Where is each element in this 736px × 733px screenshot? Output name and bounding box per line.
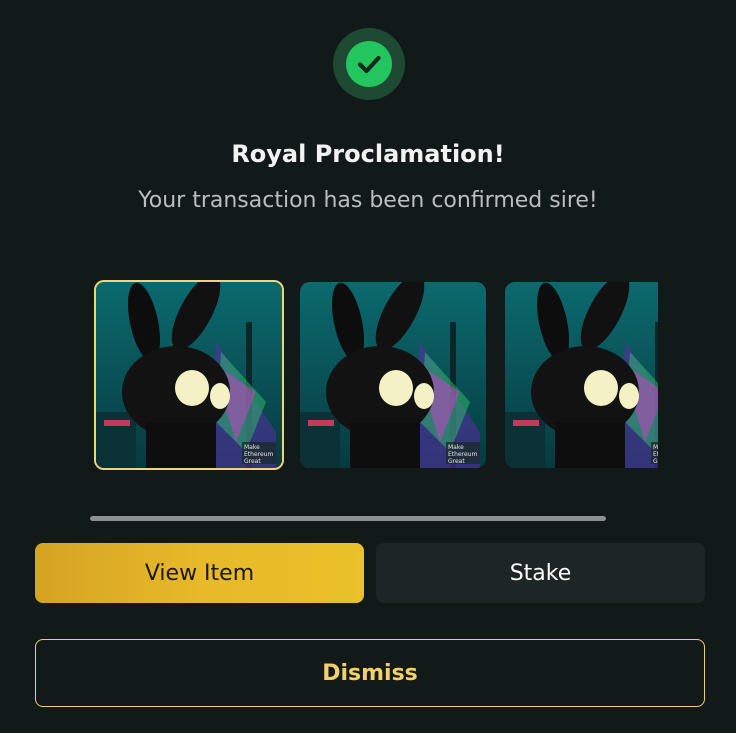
dismiss-button[interactable]: Dismiss: [35, 639, 705, 707]
carousel-scrollbar[interactable]: [90, 516, 606, 521]
svg-text:Ethereum: Ethereum: [653, 451, 658, 458]
svg-text:Make: Make: [448, 444, 464, 451]
check-icon: [346, 41, 392, 87]
view-item-button[interactable]: View Item: [35, 543, 364, 603]
modal-message: Your transaction has been confirmed sire…: [138, 188, 598, 213]
nft-card-3[interactable]: Make Ethereum Great: [505, 282, 658, 468]
svg-text:Great: Great: [244, 458, 261, 465]
rabbit-nft-image: Make Ethereum Great: [96, 282, 282, 468]
transaction-confirmation-modal: Royal Proclamation! Your transaction has…: [0, 0, 736, 733]
success-badge: [333, 28, 405, 100]
svg-text:Make: Make: [244, 444, 260, 451]
svg-text:Make: Make: [653, 444, 658, 451]
nft-carousel[interactable]: Make Ethereum Great Make Ethereum Great …: [94, 280, 658, 472]
svg-text:Great: Great: [448, 458, 465, 465]
modal-title: Royal Proclamation!: [231, 140, 505, 168]
nft-card-2[interactable]: Make Ethereum Great: [300, 282, 486, 468]
svg-text:Great: Great: [653, 458, 658, 465]
svg-text:Ethereum: Ethereum: [244, 451, 273, 458]
rabbit-nft-image: Make Ethereum Great: [505, 282, 658, 468]
nft-card-1[interactable]: Make Ethereum Great: [94, 280, 284, 470]
svg-text:Ethereum: Ethereum: [448, 451, 477, 458]
rabbit-nft-image: Make Ethereum Great: [300, 282, 486, 468]
stake-button[interactable]: Stake: [376, 543, 705, 603]
